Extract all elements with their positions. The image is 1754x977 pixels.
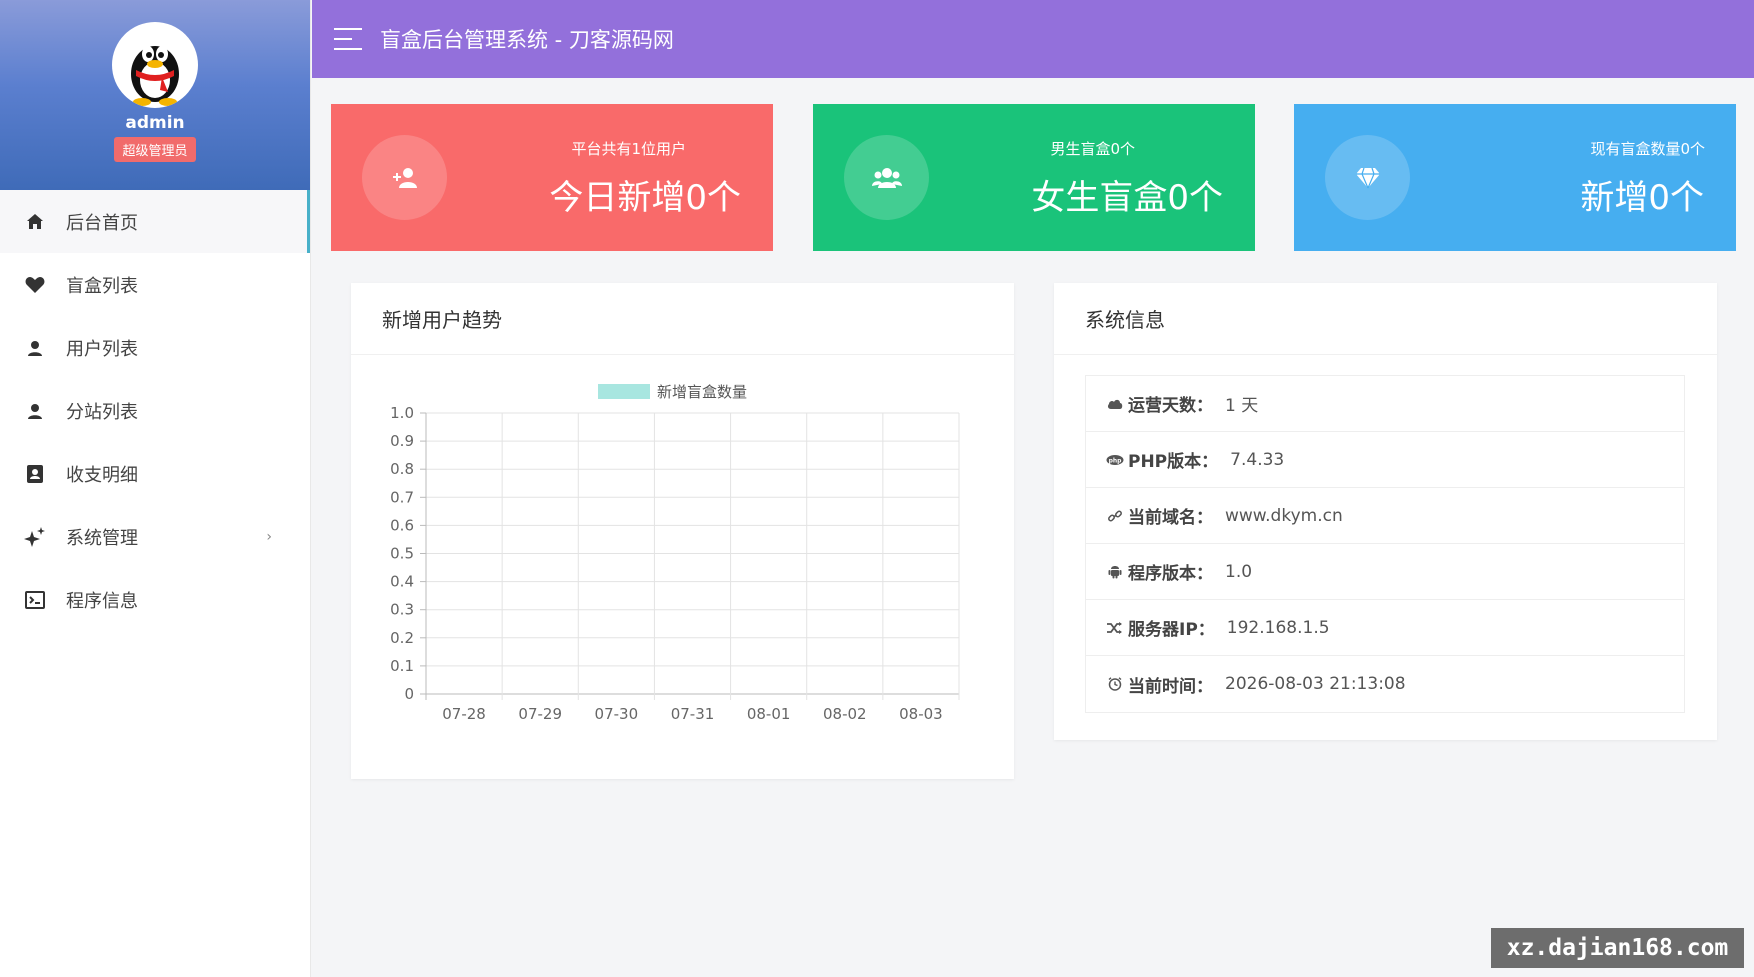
menu-toggle-icon[interactable] xyxy=(334,28,362,50)
sidebar-item-label: 收支明细 xyxy=(66,464,138,486)
info-label: 程序版本 xyxy=(1128,564,1196,584)
panel-title: 新增用户趋势 xyxy=(351,283,1014,355)
php-icon: php xyxy=(1106,451,1124,469)
sidebar-item-substation-list[interactable]: 分站列表 xyxy=(0,379,310,442)
cloud-icon xyxy=(1106,395,1124,413)
user-trend-panel: 新增用户趋势 新增盲盒数量 1.0 0.9 0.8 0.7 0.6 0.5 0.4 0.3 0.2… xyxy=(351,283,1014,779)
y-tick-label: 0.6 xyxy=(390,516,414,534)
user-icon xyxy=(24,337,46,359)
info-row-server-ip: 服务器IP： 192.168.1.5 xyxy=(1086,600,1684,656)
info-value: 1 天 xyxy=(1225,396,1259,416)
stat-card-subtitle: 现有盲盒数量0个 xyxy=(1590,140,1705,158)
info-label: 当前时间 xyxy=(1128,676,1196,697)
sidebar-item-label: 程序信息 xyxy=(66,590,138,612)
y-tick-label: 0.7 xyxy=(390,488,414,506)
sidebar-item-home[interactable]: 后台首页 xyxy=(0,190,310,253)
y-tick-label: 0.5 xyxy=(390,545,414,563)
sidebar-item-system-management[interactable]: 系统管理 › xyxy=(0,505,310,568)
diamond-icon xyxy=(1325,135,1410,220)
info-row-operating-days: 运营天数： 1 天 xyxy=(1086,376,1684,432)
x-tick-label: 08-02 xyxy=(823,705,867,723)
sidebar-item-label: 盲盒列表 xyxy=(66,275,138,297)
info-value: www.dkym.cn xyxy=(1225,505,1343,526)
x-tick-label: 07-28 xyxy=(442,705,486,723)
watermark: xz.dajian168.com xyxy=(1491,928,1744,968)
sidebar-item-blindbox-list[interactable]: 盲盒列表 xyxy=(0,253,310,316)
contacts-icon xyxy=(24,463,46,485)
link-icon xyxy=(1106,507,1124,525)
sidebar: admin 超级管理员 后台首页 盲盒列表 用户列表 分站列表 收支明细 系统管… xyxy=(0,0,311,977)
x-tick-label: 07-31 xyxy=(671,705,715,723)
info-value: 7.4.33 xyxy=(1230,449,1285,470)
info-value: 1.0 xyxy=(1225,561,1253,582)
page-title: 盲盒后台管理系统 - 刀客源码网 xyxy=(380,28,674,52)
sidebar-item-label: 分站列表 xyxy=(66,401,138,423)
admin-username: admin xyxy=(125,113,185,133)
x-tick-label: 07-30 xyxy=(595,705,639,723)
y-tick-label: 0.8 xyxy=(390,460,414,478)
sidebar-item-user-list[interactable]: 用户列表 xyxy=(0,316,310,379)
stat-card-blindbox-count: 现有盲盒数量0个 新增0个 xyxy=(1294,104,1736,251)
add-user-icon xyxy=(362,135,447,220)
sidebar-item-finance[interactable]: 收支明细 xyxy=(0,442,310,505)
terminal-icon xyxy=(24,589,46,611)
stat-card-users: 平台共有1位用户 今日新增0个 xyxy=(331,104,773,251)
sidebar-item-program-info[interactable]: 程序信息 xyxy=(0,568,310,631)
system-info-panel: 系统信息 运营天数： 1 天 php PHP版本： 7.4.33 当前域名： w… xyxy=(1054,283,1717,740)
users-icon xyxy=(844,135,929,220)
stat-card-subtitle: 平台共有1位用户 xyxy=(571,140,686,158)
sidebar-item-label: 用户列表 xyxy=(66,338,138,360)
y-tick-label: 0.9 xyxy=(390,432,414,450)
legend-swatch xyxy=(598,384,650,399)
info-row-php-version: php PHP版本： 7.4.33 xyxy=(1086,432,1684,488)
info-row-program-version: 程序版本： 1.0 xyxy=(1086,544,1684,600)
user-trend-chart: 新增盲盒数量 1.0 0.9 0.8 0.7 0.6 0.5 0.4 0.3 0.2 0.1 0 07-… xyxy=(390,383,960,723)
y-tick-label: 0.1 xyxy=(390,657,414,675)
shuffle-icon xyxy=(1106,619,1124,637)
stat-card-subtitle: 男生盲盒0个 xyxy=(1050,140,1135,158)
stat-card-value: 新增0个 xyxy=(1580,178,1704,218)
sparkle-icon xyxy=(24,526,46,548)
system-info-table: 运营天数： 1 天 php PHP版本： 7.4.33 当前域名： www.dk… xyxy=(1085,375,1685,713)
avatar[interactable] xyxy=(112,22,198,108)
info-value: 192.168.1.5 xyxy=(1226,617,1330,638)
chevron-right-icon: › xyxy=(266,528,272,545)
heart-icon xyxy=(24,274,46,296)
x-tick-label: 08-01 xyxy=(747,705,791,723)
x-tick-label: 08-03 xyxy=(899,705,943,723)
info-label: 当前域名 xyxy=(1128,508,1196,528)
top-header: 盲盒后台管理系统 - 刀客源码网 xyxy=(312,0,1754,78)
info-row-current-time: 当前时间： 2026-08-03 21:13:08 xyxy=(1086,656,1684,712)
stat-card-value: 今日新增0个 xyxy=(549,178,741,218)
user-icon xyxy=(24,400,46,422)
y-tick-label: 0.4 xyxy=(390,573,414,591)
y-tick-label: 0 xyxy=(404,685,414,703)
profile-panel: admin 超级管理员 xyxy=(0,0,310,190)
clock-icon xyxy=(1106,675,1124,693)
y-tick-label: 0.3 xyxy=(390,601,414,619)
y-tick-label: 1.0 xyxy=(390,404,414,422)
info-label: PHP版本 xyxy=(1128,452,1202,472)
panel-title: 系统信息 xyxy=(1054,283,1717,355)
sidebar-nav: 后台首页 盲盒列表 用户列表 分站列表 收支明细 系统管理 › 程序信息 xyxy=(0,190,310,631)
role-badge: 超级管理员 xyxy=(114,137,196,162)
sidebar-item-label: 后台首页 xyxy=(66,212,138,234)
x-tick-label: 07-29 xyxy=(518,705,562,723)
penguin-avatar-icon xyxy=(131,46,179,106)
home-icon xyxy=(24,211,46,233)
info-value: 2026-08-03 21:13:08 xyxy=(1225,674,1406,694)
legend-label: 新增盲盒数量 xyxy=(657,383,747,401)
info-row-domain: 当前域名： www.dkym.cn xyxy=(1086,488,1684,544)
sidebar-item-label: 系统管理 xyxy=(66,527,138,549)
info-label: 运营天数 xyxy=(1128,396,1196,416)
android-icon xyxy=(1106,563,1124,581)
stat-card-blindbox-gender: 男生盲盒0个 女生盲盒0个 xyxy=(813,104,1255,251)
svg-text:php: php xyxy=(1109,457,1123,464)
stat-card-value: 女生盲盒0个 xyxy=(1031,178,1223,218)
y-tick-label: 0.2 xyxy=(390,629,414,647)
info-label: 服务器IP xyxy=(1128,620,1198,640)
